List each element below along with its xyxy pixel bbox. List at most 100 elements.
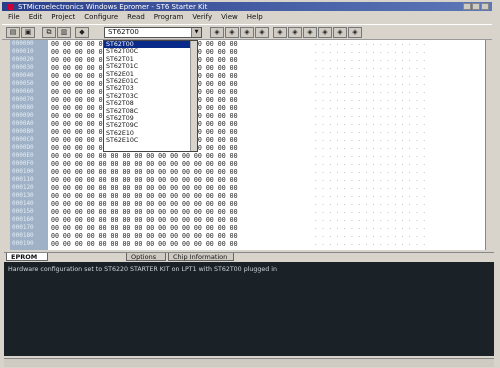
ascii-row[interactable]: . . . . . . . . . . . . . . . .: [314, 72, 444, 80]
ascii-row[interactable]: . . . . . . . . . . . . . . . .: [314, 232, 444, 240]
tab-options[interactable]: Options: [126, 253, 166, 261]
help-icon[interactable]: ◈: [348, 27, 362, 38]
menu-view[interactable]: View: [221, 13, 238, 21]
ascii-row[interactable]: . . . . . . . . . . . . . . . .: [314, 112, 444, 120]
ascii-row[interactable]: . . . . . . . . . . . . . . . .: [314, 48, 444, 56]
menu-help[interactable]: Help: [247, 13, 263, 21]
ascii-row[interactable]: . . . . . . . . . . . . . . . .: [314, 80, 444, 88]
hex-row[interactable]: 00 00 00 00 00 00 00 00 00 00 00 00 00 0…: [51, 184, 311, 192]
dropdown-option[interactable]: ST62T08: [104, 100, 197, 107]
menu-edit[interactable]: Edit: [29, 13, 43, 21]
blank-check-icon[interactable]: ◈: [225, 27, 239, 38]
ascii-row[interactable]: . . . . . . . . . . . . . . . .: [314, 120, 444, 128]
dropdown-option[interactable]: ST62E10C: [104, 137, 197, 144]
memory-editor[interactable]: 000000 000010 000020 000030 000040 000050 0000…: [10, 40, 494, 250]
close-button[interactable]: [481, 3, 489, 10]
compare-icon[interactable]: ◈: [288, 27, 302, 38]
address-cell: 000140: [12, 200, 34, 207]
hex-row[interactable]: 00 00 00 00 00 00 00 00 00 00 00 00 00 0…: [51, 192, 311, 200]
ascii-row[interactable]: . . . . . . . . . . . . . . . .: [314, 136, 444, 144]
address-cell: 0000E0: [12, 152, 34, 159]
hex-row[interactable]: 00 00 00 00 00 00 00 00 00 00 00 00 00 0…: [51, 152, 311, 160]
address-cell: 000090: [12, 112, 34, 119]
dropdown-option[interactable]: ST62T00C: [104, 48, 197, 55]
dropdown-option[interactable]: ST62T00: [104, 41, 197, 49]
ascii-row[interactable]: . . . . . . . . . . . . . . . .: [314, 168, 444, 176]
hex-row[interactable]: 00 00 00 00 00 00 00 00 00 00 00 00 00 0…: [51, 224, 311, 232]
ascii-row[interactable]: . . . . . . . . . . . . . . . .: [314, 96, 444, 104]
memory-scrollbar[interactable]: [485, 40, 494, 250]
ascii-row[interactable]: . . . . . . . . . . . . . . . .: [314, 104, 444, 112]
dropdown-option[interactable]: ST62E10: [104, 130, 197, 137]
hex-row[interactable]: 00 00 00 00 00 00 00 00 00 00 00 00 00 0…: [51, 200, 311, 208]
ascii-row[interactable]: . . . . . . . . . . . . . . . .: [314, 176, 444, 184]
ascii-row[interactable]: . . . . . . . . . . . . . . . .: [314, 128, 444, 136]
dropdown-option[interactable]: ST62T01: [104, 56, 197, 63]
status-bar: [4, 358, 494, 367]
dropdown-option[interactable]: ST62T09: [104, 115, 197, 122]
dropdown-scrollbar[interactable]: [190, 41, 197, 151]
minimize-button[interactable]: [463, 3, 471, 10]
device-dropdown-list[interactable]: ST62T00 ST62T00C ST62T01 ST62T01C ST62E01 ST6…: [103, 40, 198, 152]
dropdown-option[interactable]: ST62T03C: [104, 93, 197, 100]
chip-icon[interactable]: ◆: [75, 27, 89, 38]
dropdown-option[interactable]: ST62T09C: [104, 122, 197, 129]
dropdown-option[interactable]: ST62T08C: [104, 108, 197, 115]
ascii-row[interactable]: . . . . . . . . . . . . . . . .: [314, 216, 444, 224]
ascii-row[interactable]: . . . . . . . . . . . . . . . .: [314, 160, 444, 168]
ascii-row[interactable]: . . . . . . . . . . . . . . . .: [314, 152, 444, 160]
menu-file[interactable]: File: [8, 13, 20, 21]
open-icon[interactable]: ▤: [6, 27, 20, 38]
hex-row[interactable]: 00 00 00 00 00 00 00 00 00 00 00 00 00 0…: [51, 208, 311, 216]
ascii-row[interactable]: . . . . . . . . . . . . . . . .: [314, 224, 444, 232]
hex-row[interactable]: 00 00 00 00 00 00 00 00 00 00 00 00 00 0…: [51, 216, 311, 224]
ascii-row[interactable]: . . . . . . . . . . . . . . . .: [314, 64, 444, 72]
erase-icon[interactable]: ◈: [273, 27, 287, 38]
ascii-row[interactable]: . . . . . . . . . . . . . . . .: [314, 200, 444, 208]
hex-row[interactable]: 00 00 00 00 00 00 00 00 00 00 00 00 00 0…: [51, 240, 311, 248]
verify-icon[interactable]: ◈: [255, 27, 269, 38]
menu-bar: File Edit Project Configure Read Program…: [2, 12, 492, 22]
address-cell: 000120: [12, 184, 34, 191]
chevron-down-icon[interactable]: ▼: [191, 28, 201, 37]
print-icon[interactable]: ▥: [57, 27, 71, 38]
menu-verify[interactable]: Verify: [192, 13, 212, 21]
ascii-data-area[interactable]: . . . . . . . . . . . . . . . .. . . . .…: [314, 40, 444, 248]
run-icon[interactable]: ◈: [318, 27, 332, 38]
ascii-row[interactable]: . . . . . . . . . . . . . . . .: [314, 184, 444, 192]
copy-icon[interactable]: ⧉: [42, 27, 56, 38]
dropdown-option[interactable]: ST62T01C: [104, 63, 197, 70]
ascii-row[interactable]: . . . . . . . . . . . . . . . .: [314, 88, 444, 96]
device-select[interactable]: ST62T00 ▼: [104, 27, 202, 38]
menu-configure[interactable]: Configure: [84, 13, 118, 21]
ascii-row[interactable]: . . . . . . . . . . . . . . . .: [314, 56, 444, 64]
address-cell: 000000: [12, 40, 34, 47]
maximize-button[interactable]: [472, 3, 480, 10]
ascii-row[interactable]: . . . . . . . . . . . . . . . .: [314, 144, 444, 152]
menu-program[interactable]: Program: [154, 13, 184, 21]
hex-row[interactable]: 00 00 00 00 00 00 00 00 00 00 00 00 00 0…: [51, 232, 311, 240]
program-icon[interactable]: ◈: [240, 27, 254, 38]
protect-icon[interactable]: ◈: [303, 27, 317, 38]
read-icon[interactable]: ◈: [210, 27, 224, 38]
address-cell: 000190: [12, 240, 34, 247]
address-cell: 0000B0: [12, 128, 34, 135]
hex-row[interactable]: 00 00 00 00 00 00 00 00 00 00 00 00 00 0…: [51, 176, 311, 184]
tab-eprom[interactable]: EPROM: [6, 253, 48, 261]
menu-project[interactable]: Project: [51, 13, 75, 21]
ascii-row[interactable]: . . . . . . . . . . . . . . . .: [314, 40, 444, 48]
settings-icon[interactable]: ◈: [333, 27, 347, 38]
dropdown-option[interactable]: ST62E01C: [104, 78, 197, 85]
address-cell: 000180: [12, 232, 34, 239]
hex-row[interactable]: 00 00 00 00 00 00 00 00 00 00 00 00 00 0…: [51, 168, 311, 176]
ascii-row[interactable]: . . . . . . . . . . . . . . . .: [314, 208, 444, 216]
console-message: Hardware configuration set to ST6220 STA…: [8, 266, 278, 273]
menu-read[interactable]: Read: [127, 13, 145, 21]
hex-row[interactable]: 00 00 00 00 00 00 00 00 00 00 00 00 00 0…: [51, 160, 311, 168]
ascii-row[interactable]: . . . . . . . . . . . . . . . .: [314, 192, 444, 200]
dropdown-option[interactable]: ST62T03: [104, 85, 197, 92]
dropdown-option[interactable]: ST62E01: [104, 71, 197, 78]
save-icon[interactable]: ▣: [21, 27, 35, 38]
tab-chip-information[interactable]: Chip Information: [168, 253, 234, 261]
ascii-row[interactable]: . . . . . . . . . . . . . . . .: [314, 240, 444, 248]
